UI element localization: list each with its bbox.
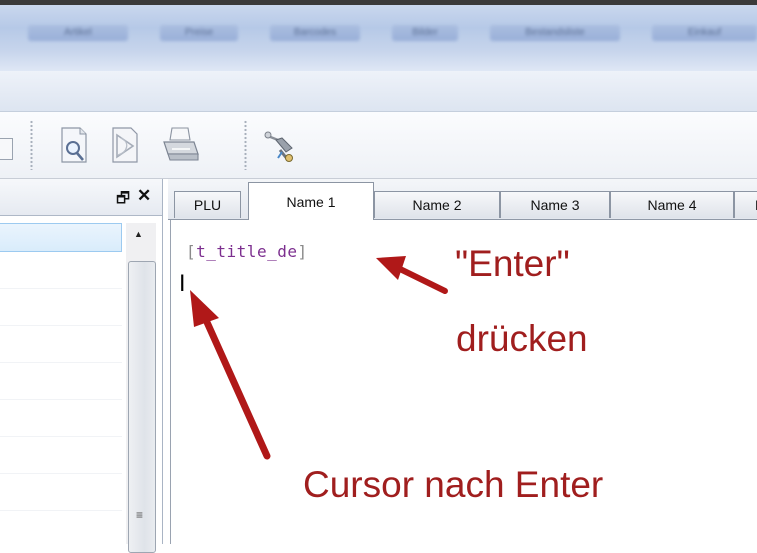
tab-name-3[interactable]: Name 3: [500, 191, 610, 218]
text-cursor-icon: I: [179, 272, 186, 297]
vertical-scrollbar[interactable]: ▲ ≡: [126, 223, 156, 553]
toolbar-grip[interactable]: [30, 120, 33, 170]
list-item[interactable]: [0, 400, 122, 437]
tab-strip: PLU Name 1 Name 2 Name 3 Name 4 N: [168, 179, 757, 220]
address-band: [0, 71, 757, 112]
list-item[interactable]: [0, 252, 122, 289]
menu-tab[interactable]: Bilder: [392, 25, 458, 41]
list-item[interactable]: [0, 363, 122, 400]
list-item[interactable]: [0, 326, 122, 363]
menu-tab-label: Bilder: [412, 27, 438, 38]
pdf-export-icon: [112, 127, 138, 163]
menu-tab-label: Einkauf: [687, 27, 722, 38]
left-dock-panel: 🗗 ✕ ▲ ≡: [0, 179, 163, 553]
menu-tab[interactable]: Bestandsliste: [490, 25, 620, 41]
menu-tab[interactable]: Einkauf: [652, 25, 757, 41]
ribbon-menu-band: Artikel Preise Barcodes Bilder Bestandsl…: [0, 5, 757, 71]
tab-name-2[interactable]: Name 2: [374, 191, 500, 218]
panel-header: 🗗 ✕: [0, 179, 162, 216]
tab-plu[interactable]: PLU: [174, 191, 241, 218]
tools-button[interactable]: [262, 122, 300, 168]
print-preview-icon: [61, 127, 87, 163]
scroll-up-arrow-icon[interactable]: ▲: [134, 229, 143, 239]
tab-name-1[interactable]: Name 1: [248, 182, 374, 220]
panel-list: [0, 223, 122, 544]
tab-name-4[interactable]: Name 4: [610, 191, 734, 218]
menu-tab-label: Barcodes: [293, 27, 337, 38]
tools-icon: [264, 131, 293, 162]
menu-tab-label: Preise: [184, 27, 214, 38]
toolbar: [0, 112, 757, 179]
placeholder-tag-text: [t_title_de]: [186, 242, 308, 261]
list-item[interactable]: [0, 511, 122, 544]
list-item-selected[interactable]: [0, 223, 122, 252]
scrollbar-grip-icon: ≡: [136, 508, 144, 522]
annotation-enter: "Enter": [455, 243, 570, 284]
annotation-druecken: drücken: [456, 318, 588, 359]
close-icon[interactable]: ✕: [137, 186, 151, 206]
tag-name: t_title_de: [196, 242, 298, 261]
print-preview-button[interactable]: [56, 122, 94, 168]
pdf-export-button[interactable]: [108, 122, 146, 168]
toolbar-grip[interactable]: [244, 120, 247, 170]
annotation-cursor: Cursor nach Enter: [303, 464, 604, 505]
printer-icon: [163, 127, 199, 161]
list-item[interactable]: [0, 474, 122, 511]
menu-tab-label: Bestandsliste: [525, 27, 585, 38]
tag-close-bracket: ]: [297, 242, 308, 261]
menu-tab[interactable]: Preise: [160, 25, 238, 41]
scrollbar-thumb[interactable]: ≡: [128, 261, 156, 553]
tag-open-bracket: [: [186, 242, 197, 261]
list-item[interactable]: [0, 437, 122, 474]
menu-tab[interactable]: Barcodes: [270, 25, 360, 41]
list-item[interactable]: [0, 289, 122, 326]
toolbar-partial-button[interactable]: [0, 138, 13, 160]
tab-name-5[interactable]: N: [734, 191, 757, 218]
menu-tab-label: Artikel: [64, 27, 92, 38]
float-window-icon[interactable]: 🗗: [116, 188, 130, 213]
print-button[interactable]: [160, 122, 199, 168]
menu-tab[interactable]: Artikel: [28, 25, 128, 41]
